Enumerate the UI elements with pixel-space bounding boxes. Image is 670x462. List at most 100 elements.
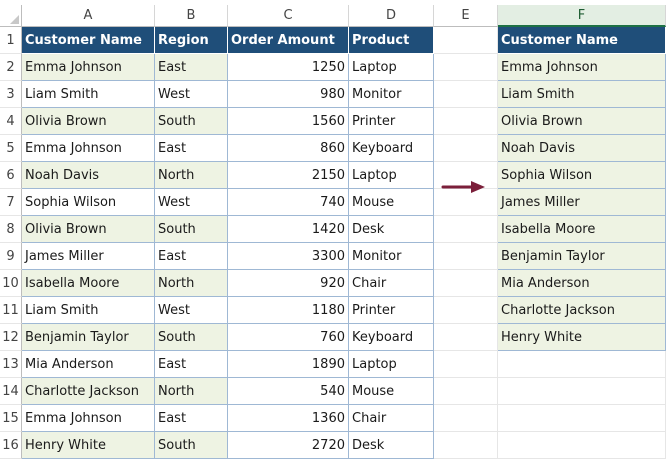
cell-product[interactable]: Laptop: [349, 162, 434, 189]
row-header-10[interactable]: 10: [0, 270, 22, 297]
header-region[interactable]: Region: [155, 27, 228, 54]
cell-customer-name[interactable]: Liam Smith: [22, 81, 155, 108]
empty-cell[interactable]: [434, 81, 498, 108]
cell-region[interactable]: East: [155, 243, 228, 270]
cell-region[interactable]: South: [155, 216, 228, 243]
cell-customer-name[interactable]: Noah Davis: [22, 162, 155, 189]
cell-region[interactable]: West: [155, 81, 228, 108]
cell-region[interactable]: East: [155, 405, 228, 432]
empty-cell[interactable]: [434, 216, 498, 243]
cell-unique-customer-name[interactable]: Benjamin Taylor: [498, 243, 666, 270]
cell-customer-name[interactable]: Charlotte Jackson: [22, 378, 155, 405]
empty-cell[interactable]: [434, 108, 498, 135]
cell-region[interactable]: North: [155, 162, 228, 189]
empty-cell[interactable]: [434, 351, 498, 378]
cell-customer-name[interactable]: James Miller: [22, 243, 155, 270]
cell-unique-customer-name[interactable]: Mia Anderson: [498, 270, 666, 297]
cell-order-amount[interactable]: 540: [228, 378, 349, 405]
empty-cell[interactable]: [434, 27, 498, 54]
row-header-6[interactable]: 6: [0, 162, 22, 189]
cell-product[interactable]: Mouse: [349, 378, 434, 405]
column-header-b[interactable]: B: [155, 5, 228, 27]
cell-region[interactable]: South: [155, 108, 228, 135]
cell-customer-name[interactable]: Emma Johnson: [22, 54, 155, 81]
cell-unique-customer-name[interactable]: Isabella Moore: [498, 216, 666, 243]
cell-order-amount[interactable]: 2720: [228, 432, 349, 459]
cell-product[interactable]: Monitor: [349, 81, 434, 108]
cell-product[interactable]: Keyboard: [349, 135, 434, 162]
empty-cell[interactable]: [434, 297, 498, 324]
empty-cell[interactable]: [434, 243, 498, 270]
row-header-14[interactable]: 14: [0, 378, 22, 405]
cell-region[interactable]: South: [155, 324, 228, 351]
empty-cell[interactable]: [434, 270, 498, 297]
cell-product[interactable]: Chair: [349, 405, 434, 432]
cell-order-amount[interactable]: 3300: [228, 243, 349, 270]
header-product[interactable]: Product: [349, 27, 434, 54]
cell-order-amount[interactable]: 980: [228, 81, 349, 108]
empty-cell[interactable]: [434, 54, 498, 81]
cell-customer-name[interactable]: Isabella Moore: [22, 270, 155, 297]
cell-customer-name[interactable]: Olivia Brown: [22, 108, 155, 135]
column-header-d[interactable]: D: [349, 5, 434, 27]
select-all-corner[interactable]: [0, 5, 22, 27]
empty-cell[interactable]: [434, 324, 498, 351]
cell-order-amount[interactable]: 1560: [228, 108, 349, 135]
row-header-8[interactable]: 8: [0, 216, 22, 243]
row-header-16[interactable]: 16: [0, 432, 22, 459]
row-header-7[interactable]: 7: [0, 189, 22, 216]
cell-unique-customer-name[interactable]: Henry White: [498, 324, 666, 351]
column-header-a[interactable]: A: [22, 5, 155, 27]
cell-order-amount[interactable]: 2150: [228, 162, 349, 189]
cell-product[interactable]: Printer: [349, 108, 434, 135]
row-header-9[interactable]: 9: [0, 243, 22, 270]
row-header-4[interactable]: 4: [0, 108, 22, 135]
cell-region[interactable]: East: [155, 54, 228, 81]
empty-cell[interactable]: [434, 405, 498, 432]
empty-cell[interactable]: [434, 135, 498, 162]
cell-region[interactable]: South: [155, 432, 228, 459]
cell-order-amount[interactable]: 740: [228, 189, 349, 216]
cell-customer-name[interactable]: Olivia Brown: [22, 216, 155, 243]
empty-cell[interactable]: [434, 432, 498, 459]
cell-product[interactable]: Monitor: [349, 243, 434, 270]
cell-customer-name[interactable]: Henry White: [22, 432, 155, 459]
header-customer-name[interactable]: Customer Name: [22, 27, 155, 54]
cell-order-amount[interactable]: 1180: [228, 297, 349, 324]
cell-product[interactable]: Laptop: [349, 54, 434, 81]
empty-cell[interactable]: [434, 378, 498, 405]
header-unique-customer-name[interactable]: Customer Name: [498, 27, 666, 54]
cell-product[interactable]: Chair: [349, 270, 434, 297]
cell-product[interactable]: Desk: [349, 432, 434, 459]
column-header-f[interactable]: F: [498, 5, 666, 27]
empty-cell[interactable]: [498, 378, 666, 405]
cell-unique-customer-name[interactable]: Emma Johnson: [498, 54, 666, 81]
cell-customer-name[interactable]: Liam Smith: [22, 297, 155, 324]
cell-customer-name[interactable]: Mia Anderson: [22, 351, 155, 378]
cell-unique-customer-name[interactable]: James Miller: [498, 189, 666, 216]
cell-unique-customer-name[interactable]: Sophia Wilson: [498, 162, 666, 189]
row-header-5[interactable]: 5: [0, 135, 22, 162]
row-header-1[interactable]: 1: [0, 27, 22, 54]
cell-order-amount[interactable]: 1890: [228, 351, 349, 378]
row-header-3[interactable]: 3: [0, 81, 22, 108]
row-header-12[interactable]: 12: [0, 324, 22, 351]
cell-order-amount[interactable]: 860: [228, 135, 349, 162]
row-header-2[interactable]: 2: [0, 54, 22, 81]
empty-cell[interactable]: [498, 351, 666, 378]
cell-unique-customer-name[interactable]: Liam Smith: [498, 81, 666, 108]
cell-region[interactable]: East: [155, 135, 228, 162]
cell-order-amount[interactable]: 1360: [228, 405, 349, 432]
cell-order-amount[interactable]: 760: [228, 324, 349, 351]
cell-product[interactable]: Desk: [349, 216, 434, 243]
cell-customer-name[interactable]: Emma Johnson: [22, 405, 155, 432]
cell-product[interactable]: Keyboard: [349, 324, 434, 351]
cell-order-amount[interactable]: 1250: [228, 54, 349, 81]
cell-customer-name[interactable]: Benjamin Taylor: [22, 324, 155, 351]
cell-order-amount[interactable]: 1420: [228, 216, 349, 243]
empty-cell[interactable]: [498, 405, 666, 432]
cell-unique-customer-name[interactable]: Charlotte Jackson: [498, 297, 666, 324]
column-header-e[interactable]: E: [434, 5, 498, 27]
cell-product[interactable]: Printer: [349, 297, 434, 324]
cell-region[interactable]: West: [155, 189, 228, 216]
